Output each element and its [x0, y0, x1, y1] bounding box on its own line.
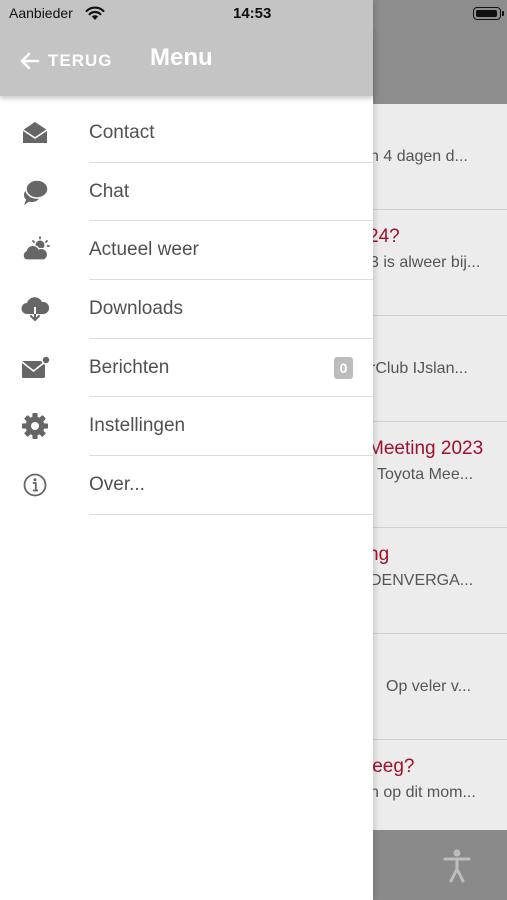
wifi-icon — [85, 6, 105, 20]
back-button[interactable]: TERUG — [20, 48, 113, 74]
menu-item-berichten[interactable]: Berichten 0 — [0, 339, 373, 398]
menu-item-label: Chat — [89, 180, 130, 202]
cloud-download-icon — [20, 295, 50, 323]
menu-item-label: Contact — [89, 122, 155, 143]
menu-item-actueel-weer[interactable]: Actueel weer — [0, 221, 373, 281]
menu-item-contact[interactable]: Contact — [0, 104, 373, 163]
news-title: leeg? — [368, 756, 415, 777]
back-button-label: TERUG — [48, 51, 113, 70]
news-subtitle: Toyota Mee... — [377, 466, 474, 483]
menu-item-label: Downloads — [89, 298, 183, 320]
news-subtitle: n 4 dagen d... — [370, 148, 468, 165]
carrier-label: Aanbieder — [9, 5, 73, 21]
status-time: 14:53 — [233, 5, 272, 22]
arrow-left-icon — [20, 52, 40, 70]
page-title: Menu — [150, 44, 213, 71]
divider — [89, 513, 373, 515]
menu-item-over[interactable]: Over... — [0, 456, 373, 515]
accessibility-icon — [443, 849, 471, 883]
status-bar: Aanbieder 14:53 — [0, 0, 373, 28]
battery-icon — [473, 7, 501, 20]
news-title: Meeting 2023 — [368, 438, 484, 459]
news-subtitle: rClub IJslan... — [370, 360, 468, 377]
weather-cloud-sun-icon — [20, 236, 50, 264]
menu-item-instellingen[interactable]: Instellingen — [0, 397, 373, 457]
menu-item-label: Over... — [89, 474, 145, 496]
drawer-header: TERUG Menu — [0, 28, 373, 96]
menu-item-downloads[interactable]: Downloads — [0, 280, 373, 339]
menu-item-chat[interactable]: Chat — [0, 163, 373, 222]
menu-item-label: Actueel weer — [89, 239, 199, 261]
accessibility-button[interactable] — [442, 848, 472, 884]
menu-drawer: Aanbieder 14:53 TERUG Menu Contact Chat … — [0, 0, 373, 900]
news-subtitle: n op dit mom... — [370, 784, 476, 801]
menu-item-label: Berichten — [89, 356, 170, 378]
envelope-open-icon — [20, 119, 50, 147]
mail-notification-icon — [20, 354, 51, 382]
gear-icon — [20, 412, 50, 440]
unread-count-badge: 0 — [334, 356, 353, 379]
chat-bubbles-icon — [20, 178, 50, 206]
news-subtitle: DENVERGA... — [370, 572, 474, 589]
menu-list: Contact Chat Actueel weer Downloads Beri… — [0, 104, 373, 515]
battery-tip — [502, 11, 504, 16]
menu-item-label: Instellingen — [89, 415, 186, 437]
info-icon — [20, 471, 50, 499]
news-subtitle: 3 is alweer bij... — [370, 254, 481, 271]
news-subtitle: Op veler v... — [386, 678, 472, 695]
